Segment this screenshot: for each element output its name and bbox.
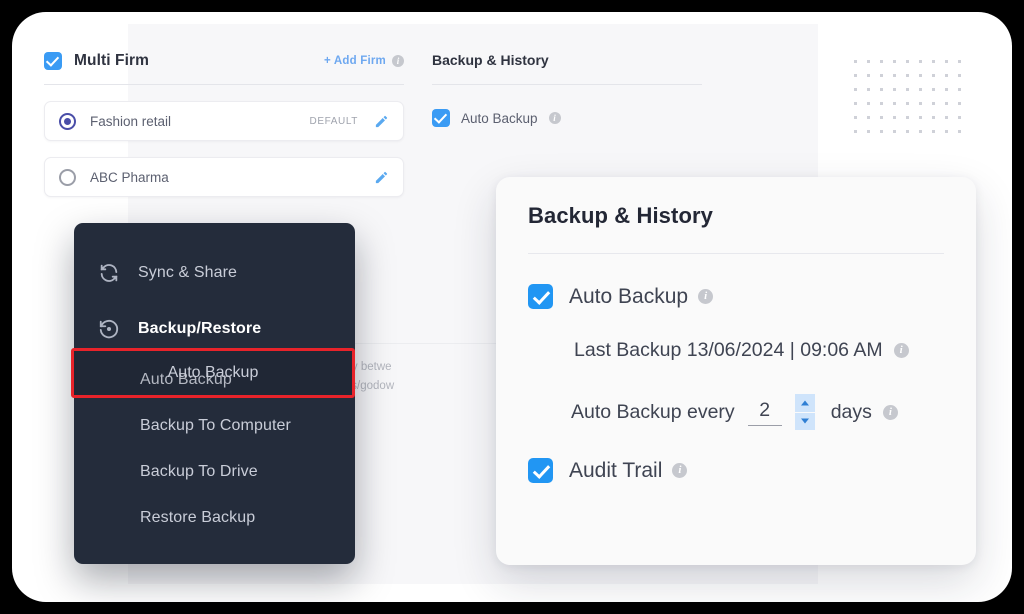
highlight-label: Auto Backup bbox=[167, 364, 259, 381]
menu-item-restore-backup[interactable]: Restore Backup bbox=[74, 495, 355, 541]
menu-label: Backup To Drive bbox=[140, 463, 258, 480]
stepper-up-icon[interactable] bbox=[794, 394, 815, 413]
info-icon[interactable]: i bbox=[548, 112, 561, 124]
auto-backup-highlight-annotation: Auto Backup bbox=[71, 348, 355, 398]
auto-backup-label: Auto Backup bbox=[569, 284, 689, 308]
menu-item-backup-to-drive[interactable]: Backup To Drive bbox=[74, 449, 355, 495]
backup-dropdown-menu: Sync & Share Backup/Restore Auto Backup … bbox=[71, 223, 355, 564]
menu-item-sync-share[interactable]: Sync & Share bbox=[74, 245, 355, 301]
app-frame: downs nsfer stock seamlessly betwe r sto… bbox=[12, 12, 1012, 602]
menu-label: Restore Backup bbox=[140, 509, 256, 526]
dot-grid-decoration bbox=[854, 60, 971, 144]
last-backup-text: Last Backup 13/06/2024 | 09:06 AM bbox=[574, 339, 883, 361]
edit-pencil-icon[interactable] bbox=[374, 170, 389, 185]
info-icon[interactable]: i bbox=[698, 289, 714, 304]
menu-label: Backup To Computer bbox=[140, 417, 291, 434]
menu-label: Backup/Restore bbox=[138, 320, 262, 337]
firm-radio-selected[interactable] bbox=[59, 112, 76, 130]
screenshot-stage: downs nsfer stock seamlessly betwe r sto… bbox=[0, 0, 1024, 614]
backup-history-section: Backup & History Auto Backup i bbox=[432, 52, 702, 127]
modal-divider bbox=[528, 253, 944, 254]
stepper-down-icon[interactable] bbox=[794, 412, 815, 430]
info-icon[interactable]: i bbox=[893, 343, 909, 358]
interval-unit-label: days bbox=[830, 400, 872, 423]
info-icon[interactable]: i bbox=[882, 404, 898, 420]
highlight-label-wrap: Auto Backup bbox=[74, 351, 352, 395]
firm-row[interactable]: ABC Pharma bbox=[44, 157, 404, 197]
multi-firm-title: Multi Firm bbox=[74, 52, 150, 69]
interval-stepper[interactable] bbox=[794, 394, 815, 430]
modal-title: Backup & History bbox=[528, 203, 713, 228]
auto-backup-label: Auto Backup bbox=[461, 110, 538, 126]
interval-input[interactable]: 2 bbox=[747, 399, 782, 426]
multi-firm-checkbox[interactable] bbox=[44, 52, 62, 70]
firm-name: ABC Pharma bbox=[90, 169, 169, 185]
audit-trail-label: Audit Trail bbox=[569, 458, 663, 482]
last-backup-row: Last Backup 13/06/2024 | 09:06 AM i bbox=[528, 339, 944, 362]
firm-default-badge: DEFAULT bbox=[309, 115, 358, 127]
interval-prefix-label: Auto Backup every bbox=[571, 400, 735, 423]
multi-firm-section: Multi Firm + Add Firm i Fashion retail D… bbox=[44, 52, 404, 197]
info-icon[interactable]: i bbox=[392, 55, 404, 67]
edit-pencil-icon[interactable] bbox=[374, 114, 389, 129]
backup-interval-row: Auto Backup every 2 days i bbox=[528, 394, 944, 430]
multi-firm-toggle[interactable]: Multi Firm bbox=[44, 52, 149, 70]
menu-item-backup-to-computer[interactable]: Backup To Computer bbox=[74, 403, 355, 449]
multi-firm-header: Multi Firm + Add Firm i bbox=[44, 52, 404, 85]
menu-label: Sync & Share bbox=[138, 264, 238, 281]
info-icon[interactable]: i bbox=[672, 463, 688, 478]
add-firm-button[interactable]: + Add Firm bbox=[324, 55, 386, 67]
restore-icon bbox=[98, 318, 120, 340]
sync-icon bbox=[98, 262, 120, 284]
modal-audit-trail-row[interactable]: Audit Trail i bbox=[528, 458, 944, 483]
firm-row[interactable]: Fashion retail DEFAULT bbox=[44, 101, 404, 141]
audit-trail-checkbox[interactable] bbox=[528, 458, 553, 483]
firm-radio[interactable] bbox=[59, 168, 76, 186]
auto-backup-checkbox[interactable] bbox=[432, 109, 450, 127]
auto-backup-toggle[interactable]: Auto Backup i bbox=[432, 109, 702, 127]
backup-history-title: Backup & History bbox=[432, 52, 702, 85]
auto-backup-checkbox[interactable] bbox=[528, 284, 553, 309]
backup-history-modal: Backup & History Auto Backup i Last Back… bbox=[496, 177, 976, 565]
add-firm-group[interactable]: + Add Firm i bbox=[324, 55, 404, 67]
modal-auto-backup-row[interactable]: Auto Backup i bbox=[528, 284, 944, 309]
firm-name: Fashion retail bbox=[90, 113, 172, 129]
